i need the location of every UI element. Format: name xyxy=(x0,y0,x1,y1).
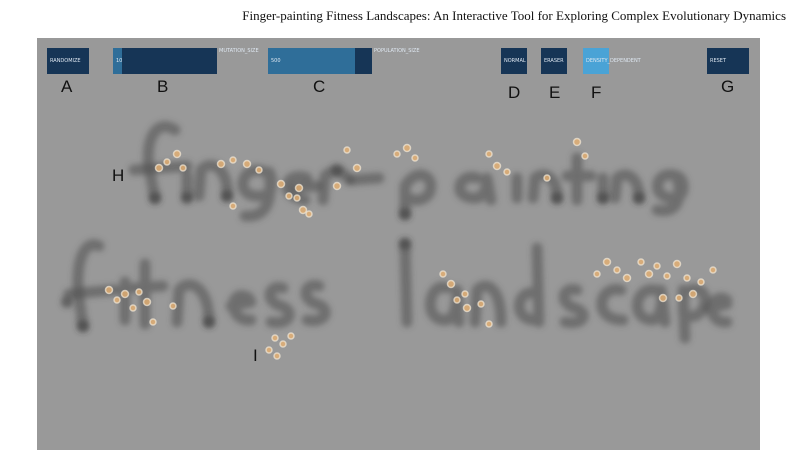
painted-landscape xyxy=(61,121,733,360)
mutation-size-slider[interactable]: 10 xyxy=(113,48,217,74)
randomize-button[interactable]: RANDOMIZE xyxy=(47,48,89,74)
mutation-size-value: 10 xyxy=(116,58,123,64)
population-size-label: POPULATION_SIZE xyxy=(374,48,420,54)
callout-label-h: H xyxy=(112,166,125,185)
normal-mode-button-label: NORMAL xyxy=(504,58,526,64)
mutation-size-label: MUTATION_SIZE xyxy=(219,48,259,54)
callout-label-f: F xyxy=(591,83,602,102)
callout-label-g: G xyxy=(721,77,735,96)
page-title: Finger-painting Fitness Landscapes: An I… xyxy=(242,8,786,23)
callout-label-b: B xyxy=(157,77,169,96)
density-dependent-button-label: DENSITY_DEPENDENT xyxy=(586,58,641,64)
reset-button-label: RESET xyxy=(710,58,727,64)
callout-label-d: D xyxy=(508,83,521,102)
paint-strokes xyxy=(63,121,733,344)
population-size-value: 500 xyxy=(271,58,281,64)
population-size-slider-fill xyxy=(268,48,356,74)
population-size-slider[interactable]: 500 xyxy=(268,48,372,74)
randomize-button-label: RANDOMIZE xyxy=(50,58,81,64)
eraser-button[interactable]: ERASER xyxy=(541,48,567,74)
eraser-button-label: ERASER xyxy=(544,58,564,64)
callout-label-c: C xyxy=(313,77,326,96)
reset-button[interactable]: RESET xyxy=(707,48,749,74)
density-dependent-button[interactable]: DENSITY_DEPENDENT xyxy=(583,48,641,74)
callout-label-i: I xyxy=(253,346,258,365)
painting-canvas[interactable]: RANDOMIZE 10 MUTATION_SIZE 500 POPULATIO… xyxy=(37,38,760,450)
callout-label-e: E xyxy=(549,83,561,102)
normal-mode-button[interactable]: NORMAL xyxy=(501,48,527,74)
callout-label-a: A xyxy=(61,77,73,96)
